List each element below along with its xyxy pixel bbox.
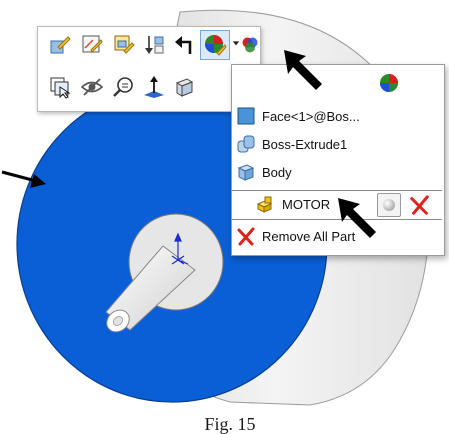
- appearance-icon: [380, 74, 398, 92]
- face-icon: [236, 106, 256, 126]
- hide-icon: [80, 78, 104, 96]
- zoom-to-selection-button[interactable]: [110, 73, 138, 101]
- back-button[interactable]: [170, 31, 198, 59]
- close-icon: [410, 195, 429, 215]
- edit-part-button[interactable]: [46, 31, 74, 59]
- extrude-feature-icon: [236, 134, 256, 154]
- menu-item-label: Body: [262, 164, 292, 180]
- normal-to-icon: [144, 76, 164, 98]
- remove-icon: [236, 226, 256, 246]
- rollback-icon: [145, 36, 164, 54]
- zoom-to-selection-icon: [113, 77, 133, 97]
- menu-item-body[interactable]: Body: [236, 159, 438, 185]
- display-pane-icon: [242, 37, 258, 53]
- edit-part-icon: [50, 36, 71, 54]
- callout-arrow-motor: [338, 198, 376, 238]
- menu-item-face[interactable]: Face<1>@Bos...: [236, 103, 438, 129]
- rollback-button[interactable]: [140, 31, 168, 59]
- hide-button[interactable]: [78, 73, 106, 101]
- view-orientation-button[interactable]: [170, 73, 198, 101]
- callout-arrow-toolbar: [284, 50, 322, 90]
- select-other-icon: [50, 77, 71, 99]
- menu-item-label: Boss-Extrude1: [262, 136, 348, 152]
- figure-caption: Fig. 15: [204, 414, 256, 434]
- edit-feature-button[interactable]: [110, 31, 138, 59]
- menu-item-label: MOTOR: [282, 196, 331, 212]
- select-other-button[interactable]: [46, 73, 74, 101]
- chevron-down-icon: [232, 41, 240, 46]
- body-icon: [236, 162, 256, 182]
- display-pane-button[interactable]: [240, 31, 260, 59]
- context-toolbar: [37, 26, 261, 112]
- menu-item-boss-extrude[interactable]: Boss-Extrude1: [236, 131, 438, 157]
- normal-to-button[interactable]: [140, 73, 168, 101]
- back-icon: [175, 36, 192, 54]
- edit-sketch-icon: [82, 35, 103, 53]
- sphere-icon: [383, 199, 395, 211]
- part-icon: [256, 194, 276, 214]
- appearance-icon: [205, 35, 227, 56]
- edit-feature-icon: [114, 35, 135, 54]
- menu-item-label: Face<1>@Bos...: [262, 108, 360, 124]
- appearance-button[interactable]: [200, 30, 230, 60]
- remove-appearance-button[interactable]: [408, 193, 432, 217]
- edit-sketch-button[interactable]: [78, 31, 106, 59]
- view-icon: [175, 78, 194, 97]
